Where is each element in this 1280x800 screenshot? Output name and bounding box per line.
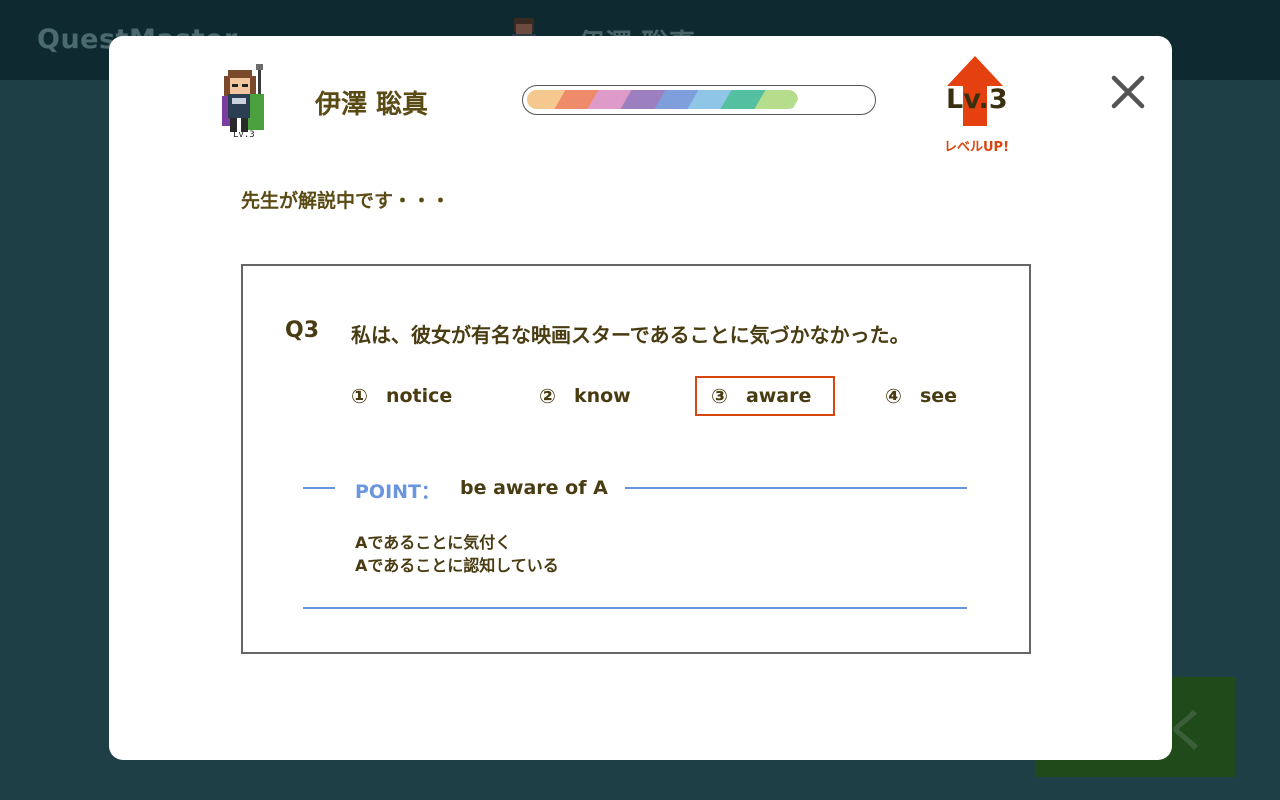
choice-number: ① [351, 384, 368, 408]
xp-progress-fill [527, 90, 798, 109]
point-divider-right [625, 487, 967, 489]
xp-progress-bar [522, 85, 876, 115]
question-panel: Q3 私は、彼女が有名な映画スターであることに気づかなかった。 ① notice… [241, 264, 1031, 654]
level-up-label: レベルUP! [944, 140, 1010, 155]
point-divider-bottom [303, 607, 967, 609]
point-meaning-1: Aであることに気付く [355, 533, 512, 552]
choice-number: ③ [711, 384, 728, 408]
choice-2[interactable]: ② know [539, 376, 631, 416]
point-meaning-2: Aであることに認知している [355, 556, 559, 575]
choice-label: notice [385, 385, 453, 407]
choice-label: know [573, 385, 631, 407]
explanation-status: 先生が解説中です・・・ [241, 190, 451, 212]
level-value: Lv.3 [946, 84, 1008, 115]
choice-label: aware [745, 385, 812, 407]
explanation-modal: Lv.3 伊澤 聡真 Lv.3 レベルUP! 先生が解説中です・・・ Q3 私は… [109, 36, 1172, 760]
point-phrase: be aware of A [460, 477, 608, 499]
point-divider-left [303, 487, 335, 489]
question-number: Q3 [285, 318, 320, 343]
choice-label: see [919, 385, 958, 407]
player-name: 伊澤 聡真 [315, 90, 429, 120]
choice-3-selected[interactable]: ③ aware [695, 376, 835, 416]
choice-1[interactable]: ① notice [351, 376, 452, 416]
choice-number: ④ [885, 384, 902, 408]
avatar-level-label: Lv.3 [233, 130, 255, 140]
choice-4[interactable]: ④ see [885, 376, 957, 416]
close-icon[interactable] [1110, 74, 1146, 110]
question-text: 私は、彼女が有名な映画スターであることに気づかなかった。 [351, 323, 910, 347]
point-label: POINT： [355, 481, 441, 503]
choice-number: ② [539, 384, 556, 408]
level-up-arrow-icon [947, 56, 1003, 126]
